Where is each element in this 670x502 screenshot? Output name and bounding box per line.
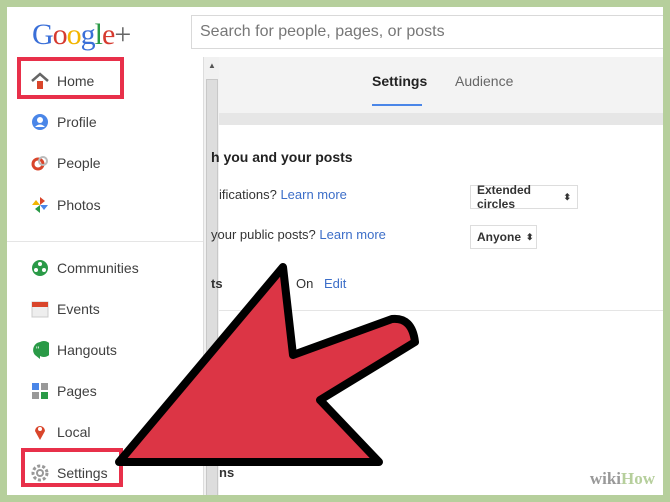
- wikihow-watermark: wikiHow: [589, 469, 655, 488]
- red-arrow-pointer: [115, 263, 419, 466]
- google-plus-window: Google+ Search for people, pages, or pos…: [7, 7, 663, 495]
